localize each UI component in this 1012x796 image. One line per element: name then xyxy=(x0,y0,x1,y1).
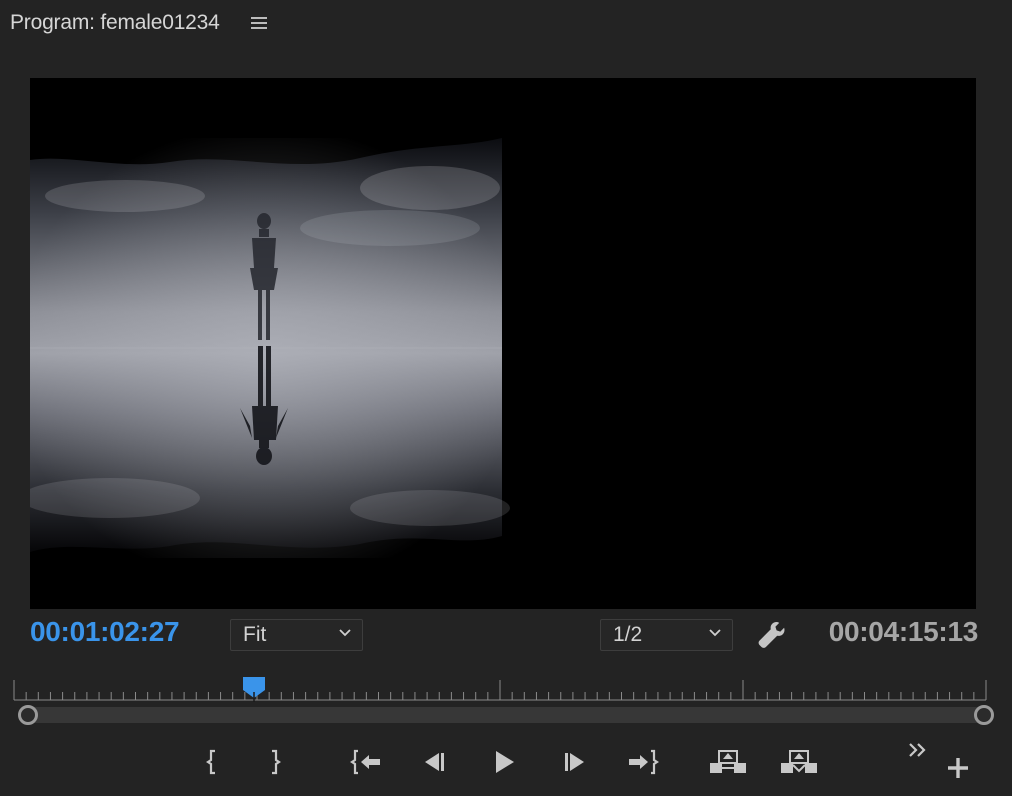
zoom-level-select[interactable]: Fit xyxy=(230,619,363,651)
lift-icon xyxy=(710,750,746,773)
playhead-icon xyxy=(243,677,266,702)
panel-header: Program: female01234 xyxy=(0,0,1012,50)
chevron-down-icon xyxy=(709,629,721,637)
lift-button[interactable] xyxy=(708,742,748,782)
step-forward-icon xyxy=(565,753,584,771)
extract-button[interactable] xyxy=(779,742,819,782)
mark-in-button[interactable] xyxy=(192,742,232,782)
playhead[interactable] xyxy=(242,676,266,702)
more-controls-icon xyxy=(909,743,926,757)
scrollbar-right-handle[interactable] xyxy=(974,705,994,725)
go-to-in-icon xyxy=(350,749,380,775)
transport-controls xyxy=(0,742,1012,782)
current-timecode[interactable]: 00:01:02:27 xyxy=(30,616,180,648)
hamburger-menu-icon[interactable] xyxy=(251,14,269,32)
mark-out-icon xyxy=(272,749,281,775)
duration-timecode: 00:04:15:13 xyxy=(828,616,979,647)
extract-icon xyxy=(781,750,817,773)
play-icon xyxy=(496,751,514,773)
button-editor-button[interactable] xyxy=(938,748,978,788)
go-to-out-icon xyxy=(629,749,659,775)
step-back-icon xyxy=(425,753,444,771)
go-to-in-button[interactable] xyxy=(346,742,386,782)
mark-out-button[interactable] xyxy=(255,742,295,782)
zoom-level-value: Fit xyxy=(243,623,267,646)
add-button-icon xyxy=(948,758,968,778)
timeline-ruler[interactable] xyxy=(12,678,988,702)
play-button[interactable] xyxy=(484,742,524,782)
scrollbar-track xyxy=(26,707,984,723)
step-back-button[interactable] xyxy=(414,742,454,782)
wrench-icon[interactable] xyxy=(756,619,788,651)
panel-title[interactable]: Program: female01234 xyxy=(10,11,220,35)
playback-resolution-select[interactable]: 1/2 xyxy=(600,619,733,651)
more-controls-button[interactable] xyxy=(898,738,938,762)
zoom-scrollbar[interactable] xyxy=(18,704,994,726)
playback-resolution-value: 1/2 xyxy=(613,623,643,646)
mark-in-icon xyxy=(206,749,215,775)
go-to-out-button[interactable] xyxy=(623,742,663,782)
chevron-down-icon xyxy=(339,629,351,637)
step-forward-button[interactable] xyxy=(555,742,595,782)
scrollbar-left-handle[interactable] xyxy=(18,705,38,725)
program-monitor-viewer[interactable] xyxy=(30,78,976,609)
video-frame xyxy=(30,138,510,558)
